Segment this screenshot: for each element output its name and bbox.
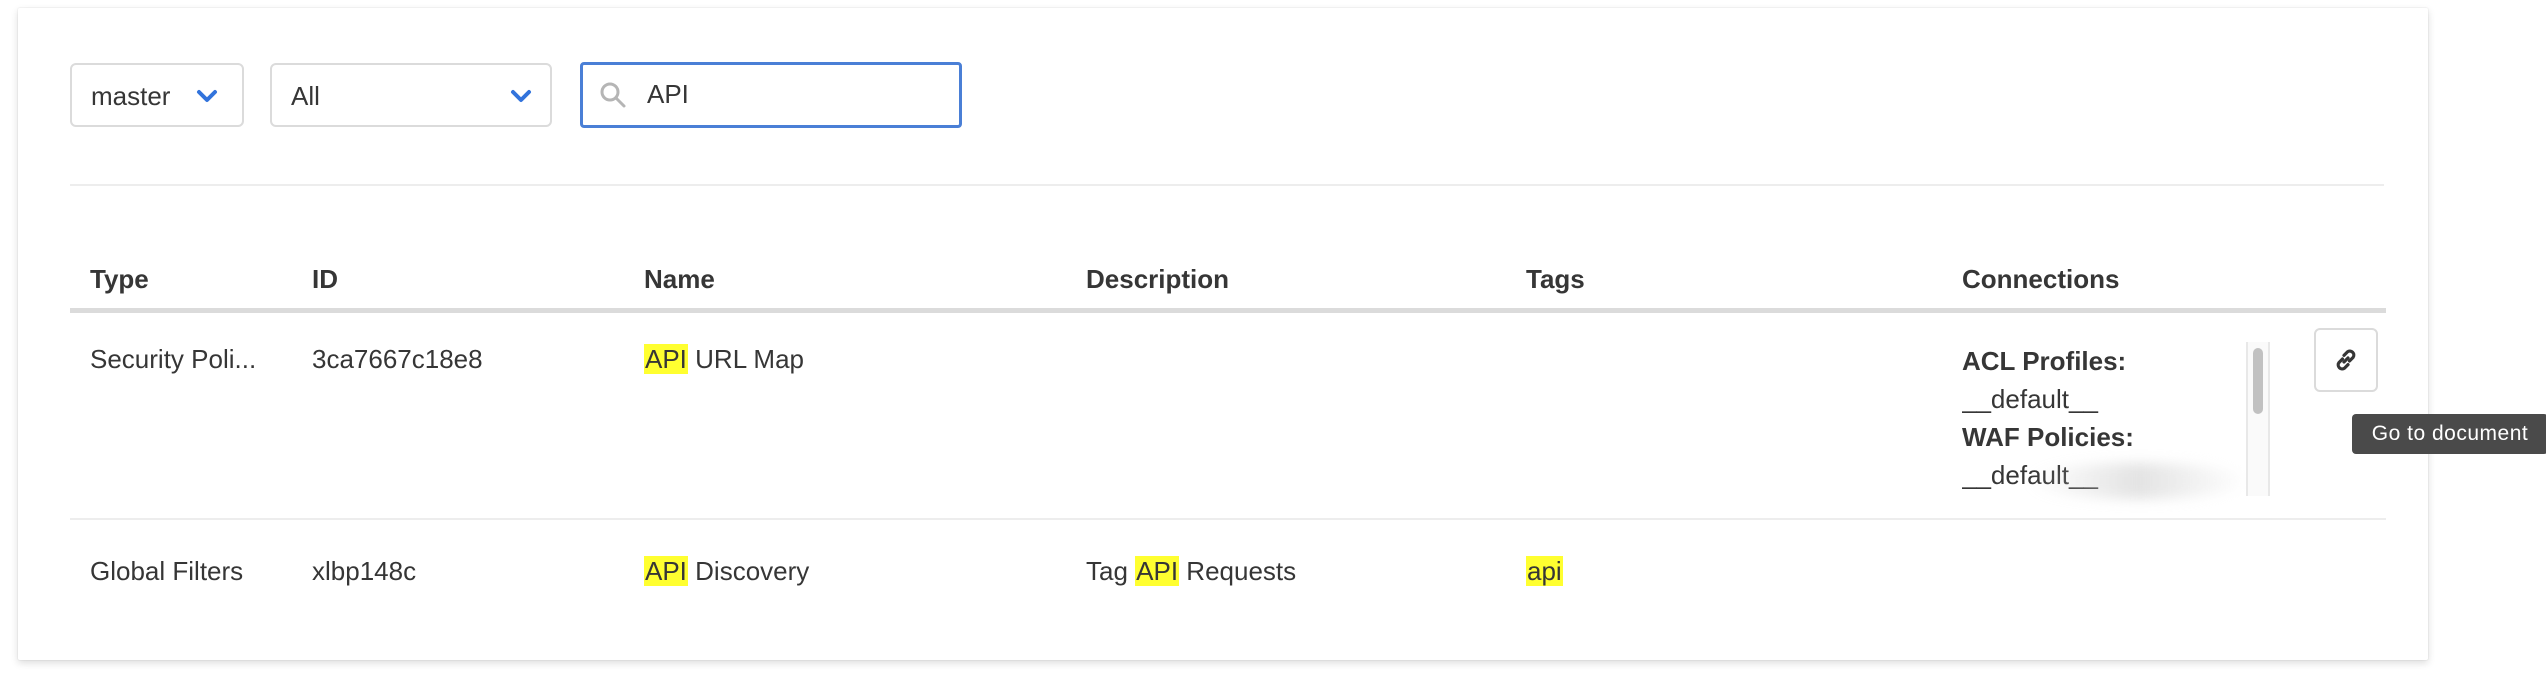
search-field[interactable] (580, 62, 962, 128)
row-description-cell: Tag API Requests (1086, 556, 1296, 586)
go-to-document-tooltip: Go to document (2352, 414, 2546, 454)
document-type-select[interactable]: All (270, 63, 552, 127)
row-name-text: URL Map (687, 344, 804, 374)
connection-value: __default__ (1962, 384, 2098, 414)
row-name-cell: API URL Map (644, 344, 804, 374)
go-to-document-button[interactable] (2314, 328, 2378, 392)
connection-label: ACL Profiles: (1962, 346, 2127, 376)
connections-scrollbar[interactable] (2246, 342, 2270, 496)
branch-select[interactable]: master (70, 63, 244, 127)
document-type-select-value: All (291, 81, 320, 111)
search-highlight: API (1135, 556, 1180, 586)
column-header-type[interactable]: Type (90, 264, 149, 294)
row-type-cell: Global Filters (90, 556, 244, 586)
tag-chip: api (1526, 556, 1563, 586)
row-tags-cell: api (1526, 556, 1563, 586)
search-input[interactable] (647, 79, 947, 109)
column-header-connections[interactable]: Connections (1962, 264, 2119, 294)
search-highlight: API (644, 344, 688, 374)
row-divider (70, 518, 2386, 520)
row-description-text: Tag (1086, 556, 1136, 586)
row-id-cell: 3ca7667c18e8 (312, 344, 483, 374)
row-type-cell: Security Poli... (90, 344, 257, 374)
column-header-tags[interactable]: Tags (1526, 264, 1585, 294)
chevron-down-icon (197, 90, 217, 102)
row-name-cell: API Discovery (644, 556, 809, 586)
column-header-id[interactable]: ID (312, 264, 338, 294)
link-icon (2336, 349, 2356, 371)
filter-divider (70, 184, 2384, 186)
table-header-rule (70, 308, 2386, 313)
search-highlight: API (644, 556, 688, 586)
documents-panel: master All Type ID Name Description Tags… (18, 8, 2546, 660)
column-header-name[interactable]: Name (644, 264, 715, 294)
connection-label: WAF Policies: (1962, 422, 2134, 452)
chevron-down-icon (511, 90, 531, 102)
row-name-text: Discovery (687, 556, 810, 586)
column-header-description[interactable]: Description (1086, 264, 1229, 294)
branch-select-value: master (91, 81, 171, 111)
scrollbar-thumb[interactable] (2253, 348, 2263, 414)
row-description-text: Requests (1179, 556, 1297, 586)
search-icon (600, 82, 626, 108)
row-id-cell: xlbp148c (312, 556, 417, 586)
connections-fade (2028, 463, 2248, 499)
